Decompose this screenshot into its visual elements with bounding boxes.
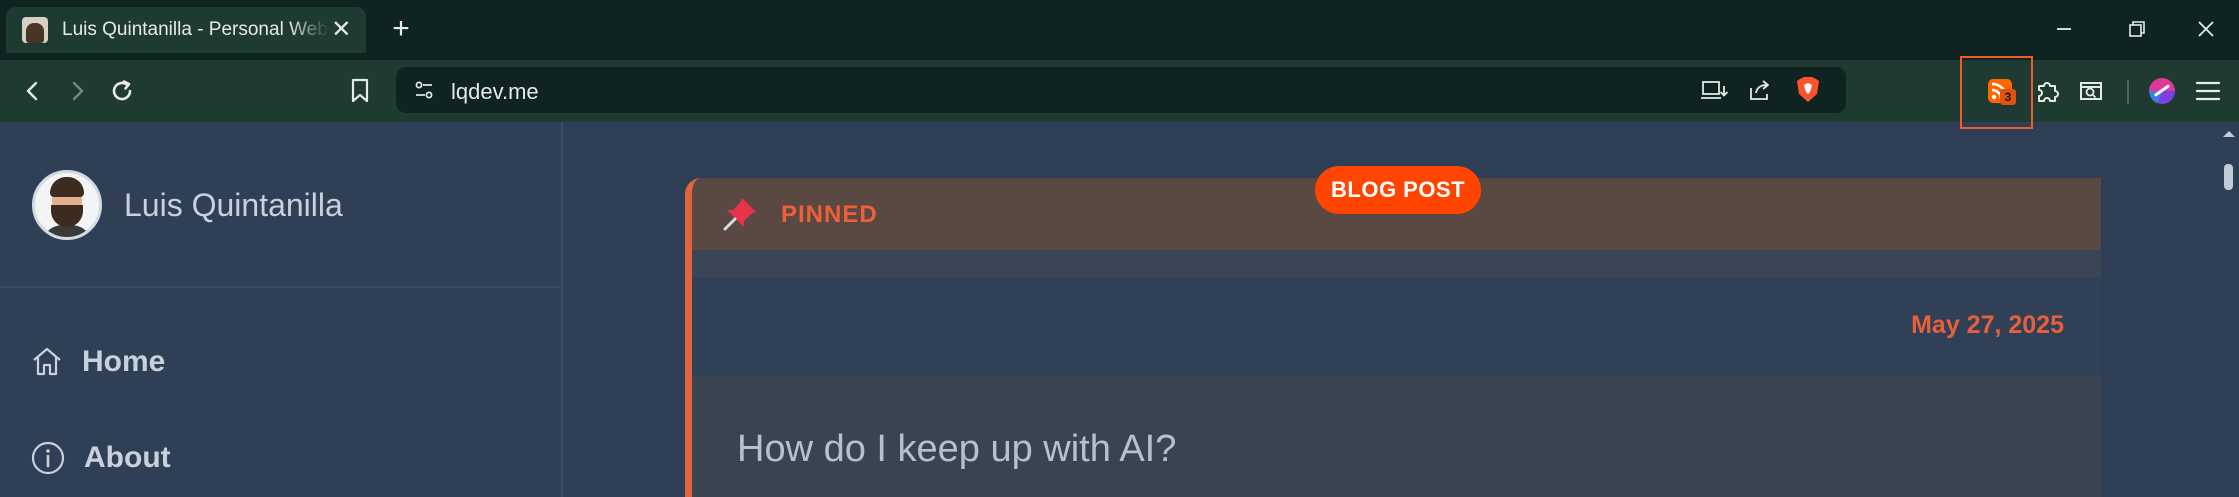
close-window-button[interactable] [2184, 11, 2228, 47]
back-button[interactable] [15, 73, 51, 109]
post-title[interactable]: How do I keep up with AI? [737, 428, 1176, 471]
post-date-row: May 27, 2025 [692, 278, 2101, 376]
media-search-icon[interactable] [2073, 73, 2109, 109]
sidebar-divider [0, 286, 561, 288]
site-brand[interactable]: Luis Quintanilla [32, 170, 343, 240]
avatar [32, 170, 102, 240]
url-text[interactable]: lqdev.me [451, 79, 539, 105]
home-icon [33, 347, 61, 376]
site-sidebar: Luis Quintanilla Home About [0, 122, 563, 497]
nav-item-about[interactable]: About [30, 440, 171, 476]
minimize-button[interactable] [2042, 11, 2086, 47]
menu-hamburger-icon[interactable] [2190, 73, 2226, 109]
main-content: PINNED May 27, 2025 How do I keep up wit… [565, 122, 2239, 497]
info-icon [31, 441, 65, 475]
rss-highlight-box [1960, 56, 2033, 129]
address-bar[interactable]: lqdev.me [396, 67, 1846, 113]
reload-button[interactable] [104, 73, 140, 109]
scroll-up-arrow-icon[interactable] [2219, 126, 2239, 142]
nav-item-home[interactable]: Home [30, 345, 165, 379]
profile-avatar-icon[interactable] [2144, 73, 2180, 109]
forward-button[interactable] [59, 73, 95, 109]
brand-name: Luis Quintanilla [124, 186, 343, 223]
post-date: May 27, 2025 [1911, 311, 2064, 339]
title-bar: Luis Quintanilla - Personal Website ✕ + [0, 0, 2239, 60]
post-type-badge: BLOG POST [1315, 166, 1482, 214]
browser-tab[interactable]: Luis Quintanilla - Personal Website ✕ [6, 7, 366, 53]
nav-label-home: Home [82, 345, 166, 378]
tab-title: Luis Quintanilla - Personal Website [62, 19, 329, 40]
scrollbar-thumb[interactable] [2224, 164, 2233, 190]
restore-button[interactable] [2115, 11, 2159, 47]
pinned-label: PINNED [781, 201, 878, 228]
new-tab-button[interactable]: + [383, 12, 419, 48]
nav-label-about: About [84, 441, 171, 474]
install-app-icon[interactable] [1696, 72, 1732, 108]
page-scrollbar[interactable] [2219, 122, 2239, 497]
toolbar-divider [2127, 80, 2129, 104]
brave-shields-icon[interactable] [1790, 72, 1826, 108]
pinned-post-card[interactable]: PINNED May 27, 2025 How do I keep up wit… [685, 178, 2101, 497]
tab-close-icon[interactable]: ✕ [329, 17, 354, 43]
site-settings-icon[interactable] [406, 72, 442, 108]
card-divider-strip [692, 250, 2101, 278]
bookmark-icon[interactable] [342, 73, 378, 109]
post-title-area: How do I keep up with AI? [692, 376, 2101, 497]
extensions-puzzle-icon[interactable] [2030, 73, 2066, 109]
share-icon[interactable] [1742, 72, 1778, 108]
pushpin-icon [723, 198, 756, 231]
site-favicon-icon [22, 17, 48, 43]
